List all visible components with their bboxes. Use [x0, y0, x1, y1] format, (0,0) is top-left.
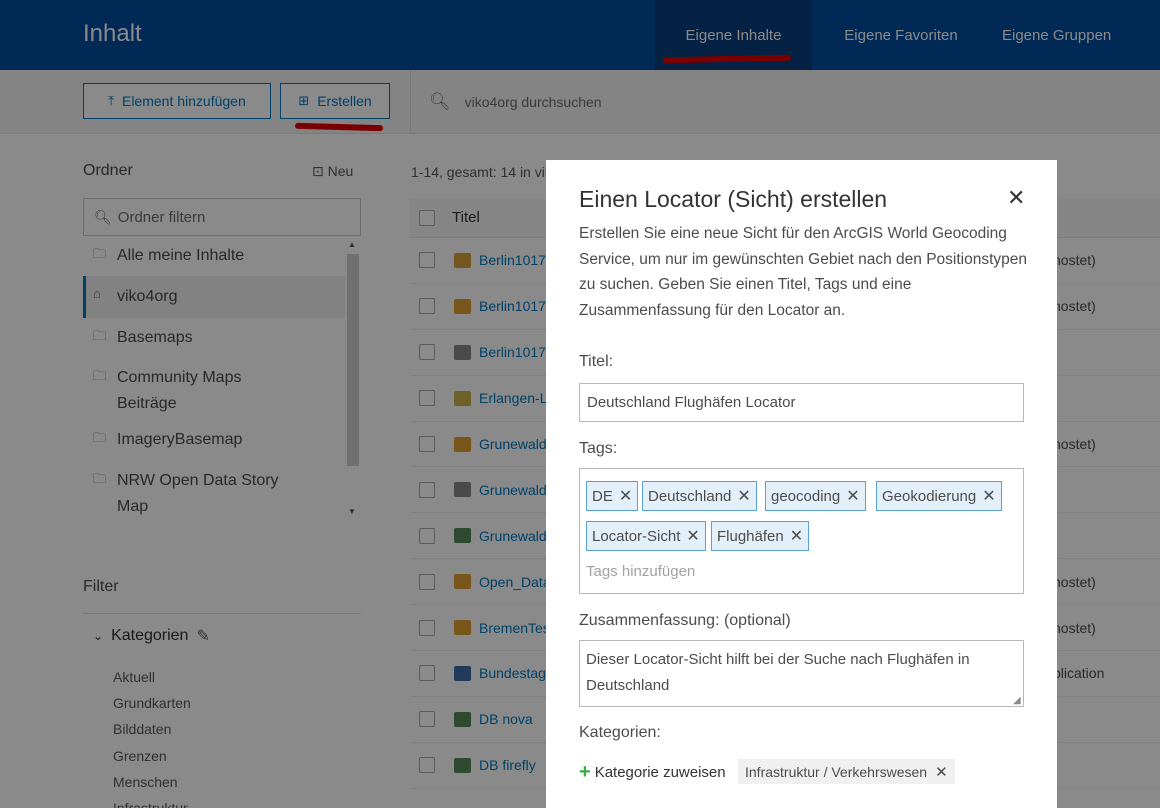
tag-chip: Geokodierung ✕ [876, 481, 1002, 511]
remove-tag-icon[interactable]: ✕ [619, 486, 632, 506]
tag-chip: geocoding ✕ [765, 481, 866, 511]
assign-category-button[interactable]: + Kategorie zuweisen [579, 761, 726, 784]
remove-tag-icon[interactable]: ✕ [737, 486, 750, 506]
remove-tag-icon[interactable]: ✕ [982, 486, 995, 506]
dialog-title: Einen Locator (Sicht) erstellen [579, 186, 888, 212]
create-locator-dialog: Einen Locator (Sicht) erstellen ✕ Erstel… [546, 160, 1057, 808]
title-label: Titel: [579, 353, 614, 370]
plus-icon: + [579, 761, 591, 783]
tag-label: Deutschland [648, 487, 732, 505]
title-input[interactable] [579, 383, 1024, 422]
tag-chip: DE ✕ [586, 481, 639, 511]
tags-label: Tags: [579, 440, 618, 457]
tag-chip: Flughäfen ✕ [711, 521, 810, 551]
category-chip-label: Infrastruktur / Verkehrswesen [745, 763, 928, 780]
close-icon[interactable]: ✕ [1007, 187, 1025, 209]
tag-label: DE [592, 487, 613, 505]
tag-label: Flughäfen [717, 527, 784, 545]
remove-category-icon[interactable]: ✕ [935, 763, 948, 781]
categories-label: Kategorien: [579, 724, 661, 741]
tag-label: Locator-Sicht [592, 527, 681, 545]
category-chip: Infrastruktur / Verkehrswesen ✕ [738, 759, 955, 784]
resize-handle-icon[interactable]: ◢ [1013, 695, 1021, 706]
tags-input[interactable] [586, 563, 886, 580]
tags-field[interactable]: DE ✕ Deutschland ✕ geocoding ✕ Geokodierung… [579, 468, 1024, 594]
remove-tag-icon[interactable]: ✕ [686, 526, 699, 546]
dialog-description: Erstellen Sie eine neue Sicht für den Ar… [579, 225, 1028, 320]
assign-category-label: Kategorie zuweisen [594, 764, 726, 781]
tag-chip: Locator-Sicht ✕ [586, 521, 706, 551]
tag-label: Geokodierung [882, 487, 977, 505]
tag-chip: Deutschland ✕ [642, 481, 757, 511]
remove-tag-icon[interactable]: ✕ [790, 526, 803, 546]
remove-tag-icon[interactable]: ✕ [846, 486, 859, 506]
summary-textarea[interactable]: Dieser Locator-Sicht hilft bei der Suche… [579, 640, 1024, 707]
tag-label: geocoding [771, 487, 841, 505]
summary-label: Zusammenfassung: (optional) [579, 612, 791, 629]
